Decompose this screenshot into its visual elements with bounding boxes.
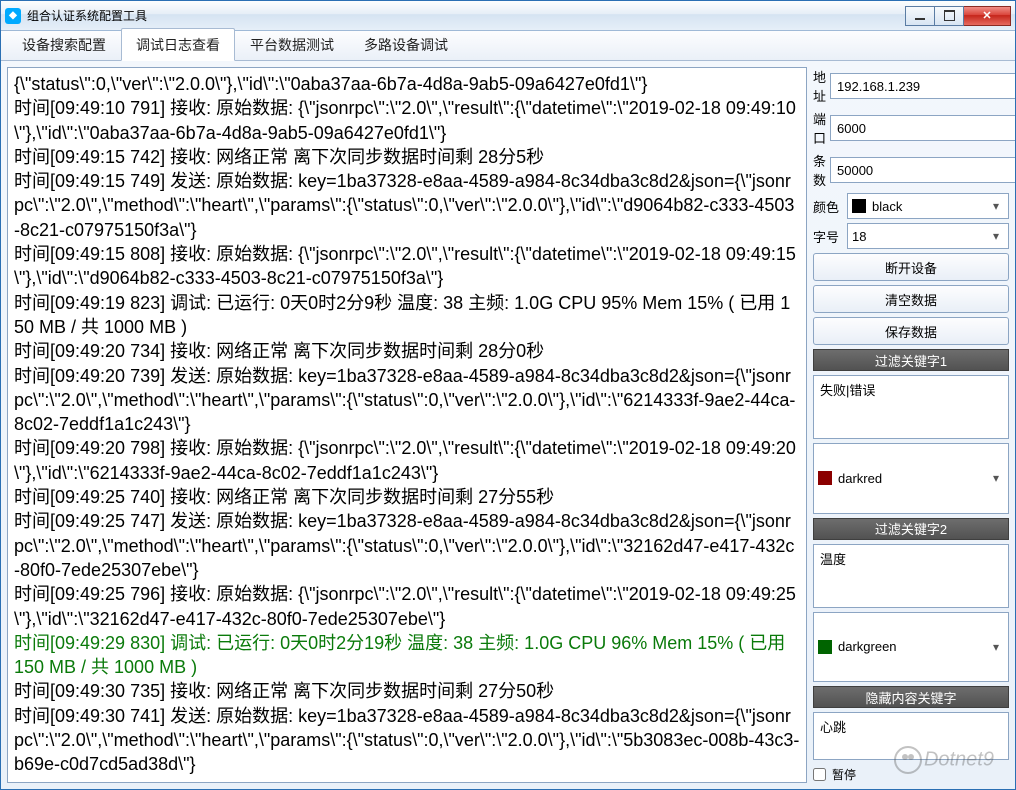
log-line: 时间[09:49:30 741] 发送: 原始数据: key=1ba37328-… [14,704,800,777]
titlebar: ◆ 组合认证系统配置工具 [1,1,1015,31]
window-title: 组合认证系统配置工具 [27,7,906,24]
font-value: 18 [852,229,988,244]
filter1-color-swatch [818,471,832,485]
disconnect-button[interactable]: 断开设备 [813,253,1009,281]
close-button[interactable] [963,6,1011,26]
port-input[interactable] [830,115,1015,141]
side-panel: 地址 端口 条数 颜色 black ▾ 字号 [813,67,1009,783]
port-label: 端口 [813,109,826,147]
color-select[interactable]: black ▾ [847,193,1009,219]
chevron-down-icon: ▾ [988,229,1004,243]
app-icon: ◆ [5,8,21,24]
app-window: ◆ 组合认证系统配置工具 设备搜索配置 调试日志查看 平台数据测试 多路设备调试… [0,0,1016,790]
log-line: 时间[09:49:15 749] 发送: 原始数据: key=1ba37328-… [14,169,800,242]
window-controls [906,6,1011,26]
filter1-color-select[interactable]: darkred ▾ [813,443,1009,514]
log-line: 时间[09:49:29 830] 调试: 已运行: 0天0时2分19秒 温度: … [14,631,800,680]
tab-debug-log[interactable]: 调试日志查看 [121,28,235,61]
log-line: 时间[09:49:20 739] 发送: 原始数据: key=1ba37328-… [14,364,800,437]
tab-device-search[interactable]: 设备搜索配置 [7,28,121,60]
log-line: 时间[09:49:30 735] 接收: 网络正常 离下次同步数据时间剩 27分… [14,679,800,703]
filter2-color-swatch [818,640,832,654]
filter2-header: 过滤关键字2 [813,518,1009,540]
font-label: 字号 [813,227,843,246]
log-line: 时间[09:49:15 742] 接收: 网络正常 离下次同步数据时间剩 28分… [14,145,800,169]
log-line: 时间[09:49:10 791] 接收: 原始数据: {\"jsonrpc\":… [14,96,800,145]
chevron-down-icon: ▾ [988,471,1004,485]
filter1-header: 过滤关键字1 [813,349,1009,371]
pause-label: 暂停 [832,766,856,783]
count-label: 条数 [813,151,826,189]
log-line: {\"status\":0,\"ver\":\"2.0.0\"},\"id\":… [14,72,800,96]
color-swatch [852,199,866,213]
log-line: 时间[09:49:20 734] 接收: 网络正常 离下次同步数据时间剩 28分… [14,339,800,363]
pause-checkbox[interactable] [813,768,826,781]
log-line: 时间[09:49:19 823] 调试: 已运行: 0天0时2分9秒 温度: 3… [14,291,800,340]
log-line: 时间[09:49:25 740] 接收: 网络正常 离下次同步数据时间剩 27分… [14,485,800,509]
chevron-down-icon: ▾ [988,199,1004,213]
color-value: black [872,199,988,214]
clear-button[interactable]: 清空数据 [813,285,1009,313]
log-line: 时间[09:49:25 747] 发送: 原始数据: key=1ba37328-… [14,509,800,582]
color-label: 颜色 [813,197,843,216]
addr-label: 地址 [813,67,826,105]
log-line: 时间[09:49:15 808] 接收: 原始数据: {\"jsonrpc\":… [14,242,800,291]
filter2-color-value: darkgreen [838,639,988,654]
log-line: 时间[09:49:20 798] 接收: 原始数据: {\"jsonrpc\":… [14,436,800,485]
log-panel[interactable]: {\"status\":0,\"ver\":\"2.0.0\"},\"id\":… [7,67,807,783]
filter1-color-value: darkred [838,471,988,486]
maximize-button[interactable] [934,6,964,26]
tab-platform-test[interactable]: 平台数据测试 [235,28,349,60]
filter2-color-select[interactable]: darkgreen ▾ [813,612,1009,683]
content-area: {\"status\":0,\"ver\":\"2.0.0\"},\"id\":… [1,61,1015,789]
addr-input[interactable] [830,73,1015,99]
save-button[interactable]: 保存数据 [813,317,1009,345]
minimize-button[interactable] [905,6,935,26]
hide-header: 隐藏内容关键字 [813,686,1009,708]
count-input[interactable] [830,157,1015,183]
filter1-input[interactable]: 失败|错误 [813,375,1009,439]
tab-multi-device[interactable]: 多路设备调试 [349,28,463,60]
log-line: 时间[09:49:25 796] 接收: 原始数据: {\"jsonrpc\":… [14,582,800,631]
filter2-input[interactable]: 温度 [813,544,1009,608]
hide-input[interactable]: 心跳 [813,712,1009,760]
font-select[interactable]: 18 ▾ [847,223,1009,249]
chevron-down-icon: ▾ [988,640,1004,654]
tabs: 设备搜索配置 调试日志查看 平台数据测试 多路设备调试 [1,31,1015,61]
